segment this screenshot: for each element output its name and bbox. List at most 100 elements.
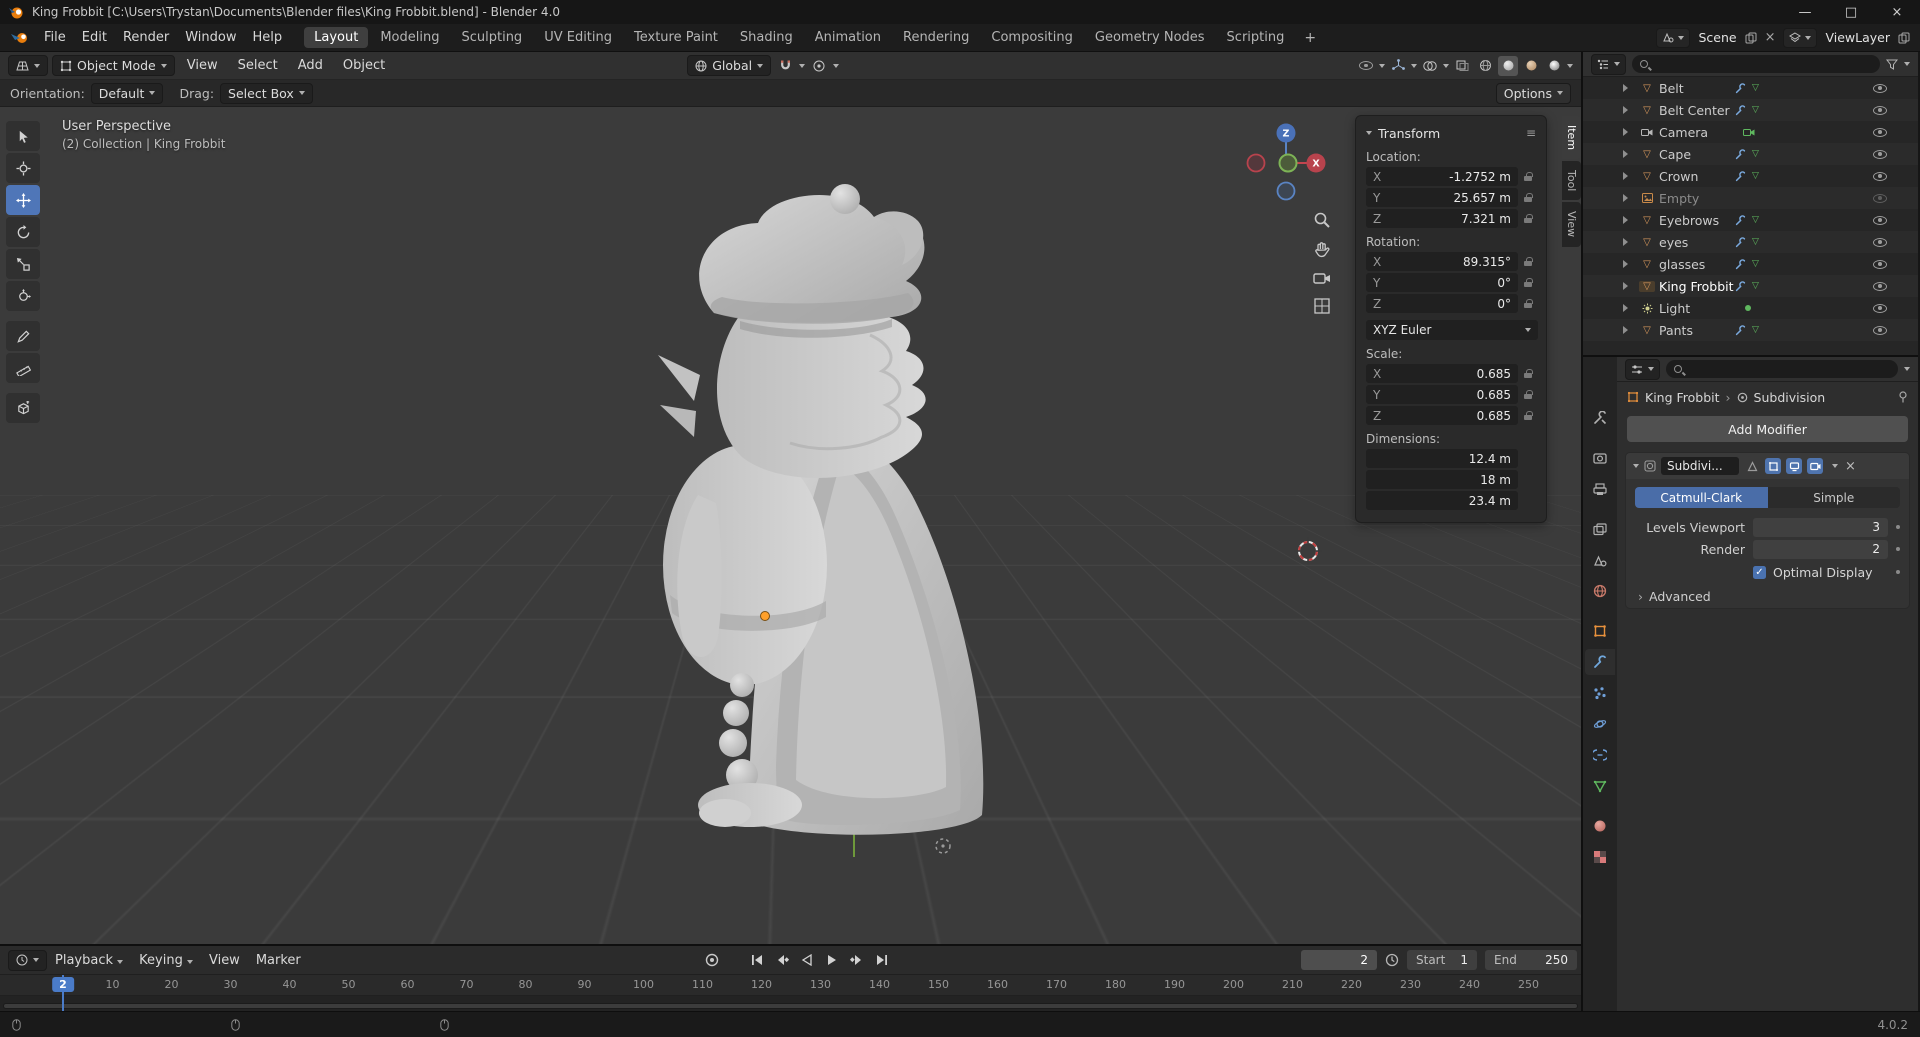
workspace-tab[interactable]: Animation [805, 27, 891, 48]
marker-menu[interactable]: Marker [248, 953, 309, 968]
workspace-tab[interactable]: Compositing [981, 27, 1083, 48]
rotation-y-row[interactable]: Y0° [1366, 273, 1536, 292]
previous-keyframe-button[interactable] [770, 949, 793, 971]
modifier-panel-header[interactable]: Subdivi... × [1626, 453, 1909, 479]
shading-options-dropdown[interactable] [1567, 64, 1573, 68]
hide-in-viewport-toggle[interactable] [1873, 238, 1887, 247]
properties-editor-type-button[interactable] [1625, 359, 1660, 380]
workspace-tab[interactable]: Sculpting [451, 27, 532, 48]
remove-modifier-button[interactable]: × [1845, 459, 1856, 474]
properties-tab-object[interactable] [1585, 618, 1615, 644]
playhead[interactable]: 2 [62, 975, 64, 1011]
outliner-item-eyes[interactable]: ▽eyes▽ [1583, 231, 1918, 253]
chevron-down-icon[interactable] [1904, 62, 1910, 66]
gizmo-y-ball[interactable] [1280, 155, 1297, 172]
proportional-editing-toggle[interactable] [809, 56, 829, 76]
close-button[interactable]: × [1874, 0, 1920, 24]
scene-browse-button[interactable] [1656, 28, 1690, 48]
viewport-menu[interactable]: View [179, 58, 226, 73]
scale-tool[interactable] [6, 249, 40, 279]
rotation-mode-dropdown[interactable]: XYZ Euler [1366, 320, 1538, 340]
workspace-tab[interactable]: UV Editing [534, 27, 622, 48]
outliner-item-eyebrows[interactable]: ▽Eyebrows▽ [1583, 209, 1918, 231]
scale-z-row[interactable]: Z0.685 [1366, 406, 1536, 425]
scale-x-row[interactable]: X0.685 [1366, 364, 1536, 383]
chevron-down-icon[interactable] [1411, 64, 1417, 68]
start-frame-field[interactable]: Start1 [1407, 950, 1477, 970]
timeline-editor-type-button[interactable] [8, 950, 47, 971]
outliner-item-belt-center[interactable]: ▽Belt Center▽ [1583, 99, 1918, 121]
properties-search-input[interactable] [1666, 360, 1898, 378]
blender-menu-icon[interactable] [10, 31, 30, 45]
preview-range-clock-icon[interactable] [1385, 953, 1399, 967]
workspace-tab[interactable]: Scripting [1217, 27, 1295, 48]
expand-icon[interactable] [1623, 238, 1628, 246]
chevron-down-icon[interactable] [1379, 64, 1385, 68]
chevron-down-icon[interactable] [1904, 367, 1910, 371]
measure-tool[interactable] [6, 353, 40, 383]
hide-in-viewport-toggle[interactable] [1873, 172, 1887, 181]
animate-dot-icon[interactable] [1896, 570, 1900, 574]
viewlayer-browse-button[interactable] [1783, 28, 1817, 48]
outliner-item-crown[interactable]: ▽Crown▽ [1583, 165, 1918, 187]
lock-icon[interactable] [1524, 257, 1533, 266]
timeline-track[interactable] [0, 996, 1581, 1011]
add-modifier-button[interactable]: Add Modifier [1627, 416, 1908, 442]
sidebar-tab[interactable]: View [1562, 202, 1581, 246]
editor-type-button[interactable] [8, 55, 48, 76]
auto-key-record-button[interactable] [700, 949, 723, 971]
camera-view-icon[interactable] [1313, 271, 1331, 285]
expand-icon[interactable] [1623, 304, 1628, 312]
king-frobbit-model[interactable] [630, 165, 1030, 865]
end-frame-field[interactable]: End250 [1485, 950, 1577, 970]
workspace-tab[interactable]: Layout [304, 27, 368, 48]
zoom-icon[interactable] [1313, 211, 1331, 229]
outliner-item-light[interactable]: Light [1583, 297, 1918, 319]
outliner-search-input[interactable] [1632, 55, 1880, 73]
proportional-options-dropdown[interactable] [833, 64, 839, 68]
hide-in-viewport-toggle[interactable] [1873, 326, 1887, 335]
expand-icon[interactable] [1623, 84, 1628, 92]
edit-mode-toggle[interactable] [1765, 458, 1781, 474]
topbar-menu[interactable]: Edit [74, 24, 115, 52]
gizmos-toggle[interactable] [1388, 56, 1408, 76]
move-tool[interactable] [6, 185, 40, 215]
topbar-menu[interactable]: Render [115, 24, 177, 52]
breadcrumb-modifier[interactable]: Subdivision [1754, 390, 1826, 405]
drag-dropdown[interactable]: Select Box [220, 83, 313, 104]
shading-solid-button[interactable] [1498, 56, 1518, 76]
properties-tab-tool[interactable] [1585, 405, 1615, 431]
properties-tab-texture[interactable] [1585, 844, 1615, 870]
simple-button[interactable]: Simple [1768, 487, 1901, 508]
playback-menu[interactable]: Playback [47, 953, 131, 968]
hide-in-viewport-toggle[interactable] [1873, 84, 1887, 93]
select-box-tool[interactable] [6, 121, 40, 151]
transform-tool[interactable] [6, 281, 40, 311]
3d-view[interactable]: User Perspective (2) Collection | King F… [0, 107, 1581, 944]
properties-tab-constraints[interactable] [1585, 742, 1615, 768]
gizmo-negz-ball[interactable] [1278, 183, 1295, 200]
xray-toggle[interactable] [1452, 56, 1472, 76]
add-workspace-button[interactable]: + [1296, 30, 1324, 46]
expand-icon[interactable] [1623, 216, 1628, 224]
outliner-editor-type-button[interactable] [1591, 54, 1626, 75]
keying-menu[interactable]: Keying [131, 953, 201, 968]
hide-in-viewport-toggle[interactable] [1873, 150, 1887, 159]
minimize-button[interactable]: — [1782, 0, 1828, 24]
workspace-tab[interactable]: Texture Paint [624, 27, 728, 48]
properties-tab-particles[interactable] [1585, 680, 1615, 706]
view-menu[interactable]: View [201, 953, 248, 968]
jump-to-start-button[interactable] [745, 949, 768, 971]
render-toggle[interactable] [1807, 458, 1823, 474]
expand-icon[interactable] [1623, 282, 1628, 290]
viewport-menu[interactable]: Add [290, 58, 331, 73]
mode-selector[interactable]: Object Mode [52, 55, 175, 76]
sidebar-tab[interactable]: Item [1562, 116, 1581, 159]
optimal-display-checkbox[interactable]: ✓ [1753, 566, 1766, 579]
play-button[interactable] [820, 949, 843, 971]
lock-icon[interactable] [1524, 411, 1533, 420]
outliner-item-glasses[interactable]: ▽glasses▽ [1583, 253, 1918, 275]
panel-grip-icon[interactable]: ≡ [1526, 126, 1536, 140]
advanced-section-toggle[interactable]: › Advanced [1626, 584, 1909, 608]
timeline-ruler-area[interactable]: 1020304050607080901001101201301401501601… [0, 975, 1581, 1011]
